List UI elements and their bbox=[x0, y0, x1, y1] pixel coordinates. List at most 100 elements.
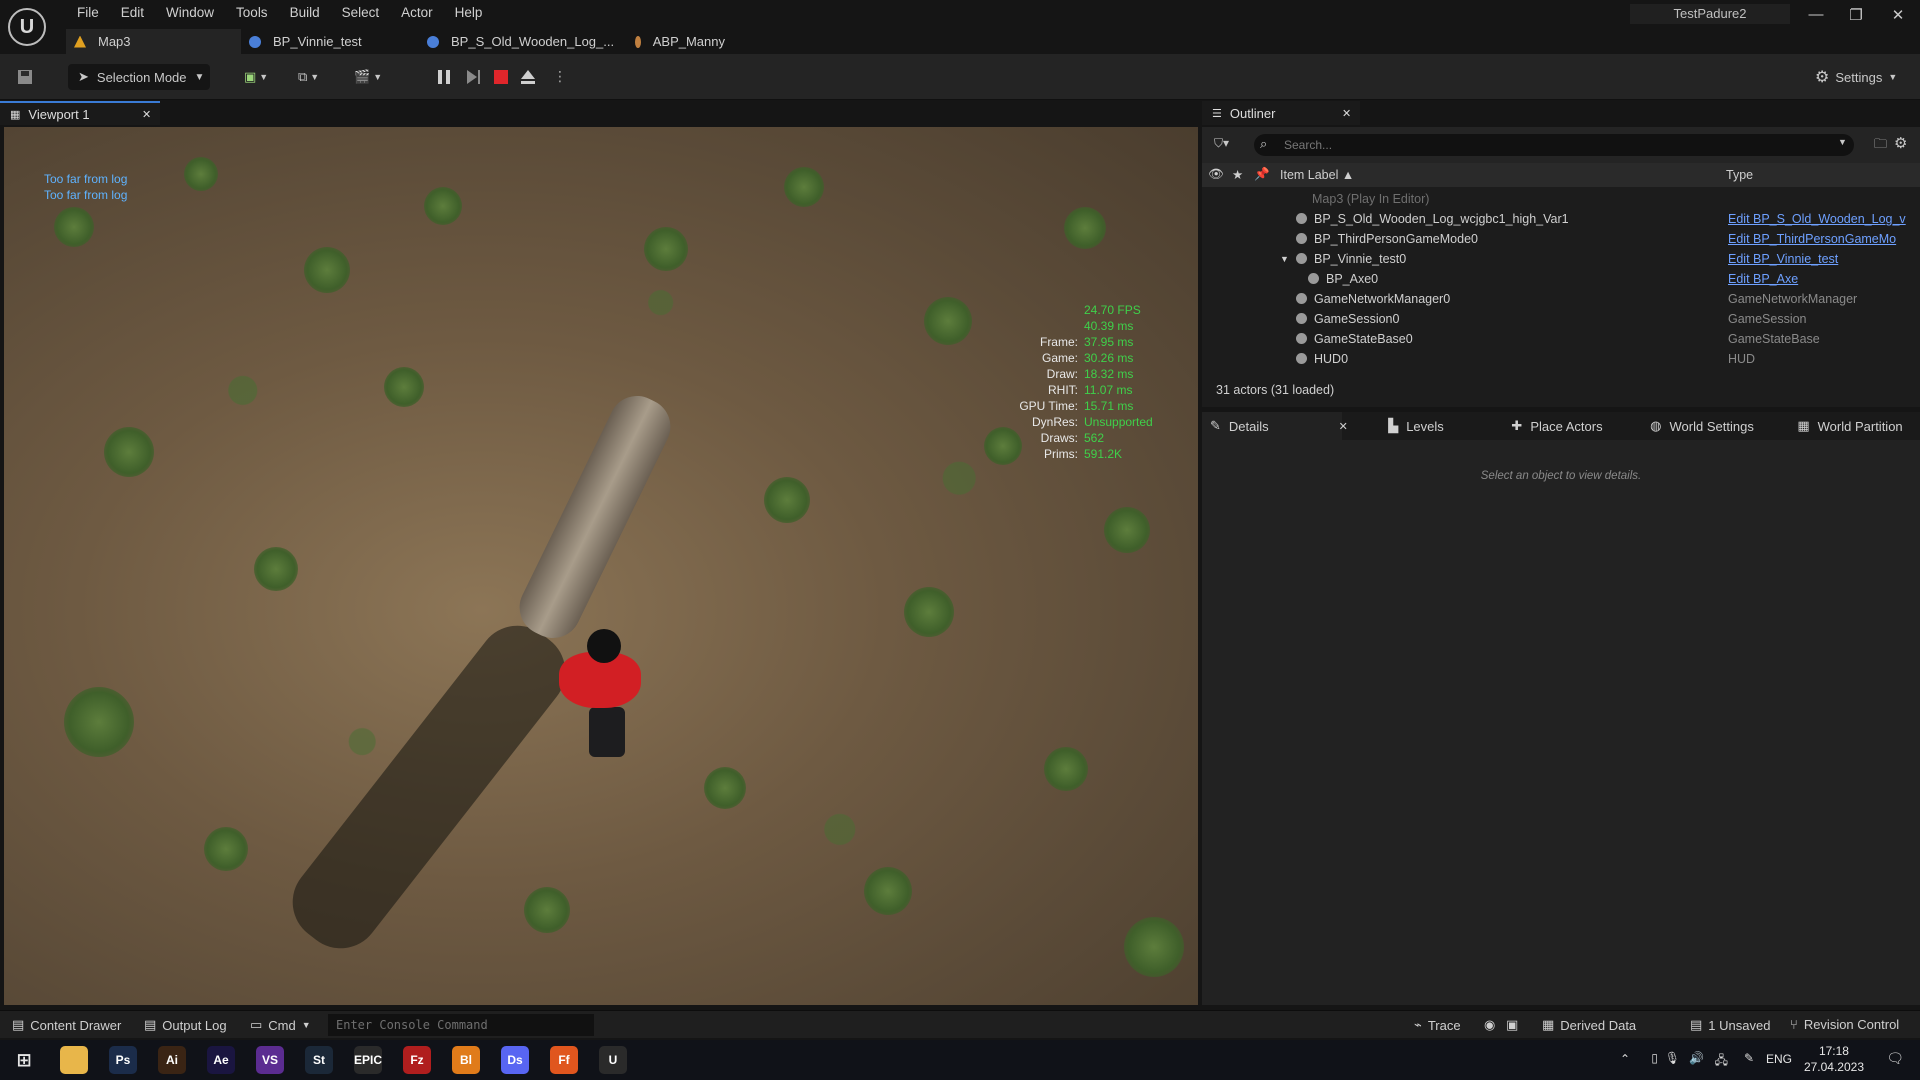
stat-value: 562 bbox=[1084, 431, 1105, 445]
edit-blueprint-link[interactable]: Edit BP_Vinnie_test bbox=[1728, 249, 1918, 269]
tray-chevron-icon[interactable]: ⌃ bbox=[1620, 1052, 1630, 1066]
tab-levels[interactable]: ▙ Levels bbox=[1342, 418, 1482, 434]
chevron-down-icon[interactable]: ▼ bbox=[1838, 137, 1847, 147]
close-icon[interactable]: ✕ bbox=[1342, 107, 1351, 120]
menu-item-actor[interactable]: Actor bbox=[390, 3, 444, 23]
file-explorer-icon[interactable] bbox=[60, 1046, 88, 1074]
close-icon[interactable]: ✕ bbox=[142, 108, 151, 121]
cmd-dropdown[interactable]: ▭ Cmd ▼ bbox=[250, 1017, 311, 1033]
expand-arrow-icon[interactable]: ▼ bbox=[1280, 249, 1289, 269]
star-icon[interactable]: ★ bbox=[1232, 167, 1243, 182]
device-icon[interactable]: ▯ bbox=[1651, 1051, 1658, 1065]
notifications-icon[interactable]: 🗨 bbox=[1886, 1050, 1904, 1067]
console-icon: ▭ bbox=[250, 1017, 263, 1032]
more-options-icon[interactable]: ⋮ bbox=[553, 68, 573, 88]
outliner-row[interactable]: ▼ BP_Vinnie_test0 Edit BP_Vinnie_test bbox=[1202, 249, 1920, 269]
cinematics-icon[interactable]: 🎬 ▼ bbox=[354, 64, 382, 90]
outliner-row[interactable]: BP_S_Old_Wooden_Log_wcjgbc1_high_Var1 Edi… bbox=[1202, 209, 1920, 229]
eject-icon[interactable] bbox=[519, 68, 539, 88]
step-frame-icon[interactable] bbox=[464, 68, 484, 88]
close-window-button[interactable]: ✕ bbox=[1888, 6, 1908, 24]
microphone-icon[interactable]: 🎙 bbox=[1665, 1051, 1680, 1065]
output-log-button[interactable]: ▤ Output Log bbox=[144, 1017, 227, 1033]
level-viewport[interactable]: Too far from log Too far from log 24.70 … bbox=[4, 127, 1198, 1005]
save-icon[interactable] bbox=[16, 64, 38, 90]
menu-item-tools[interactable]: Tools bbox=[225, 3, 279, 23]
minimize-button[interactable]: — bbox=[1806, 6, 1826, 23]
tab-abp-manny[interactable]: ABP_Manny bbox=[627, 29, 737, 54]
unsaved-button[interactable]: ▤ 1 Unsaved bbox=[1690, 1017, 1770, 1033]
clock[interactable]: 17:18 27.04.2023 bbox=[1804, 1043, 1864, 1075]
steam-icon[interactable]: St bbox=[305, 1046, 333, 1074]
blender-icon[interactable]: Bl bbox=[452, 1046, 480, 1074]
outliner-row[interactable]: GameNetworkManager0 GameNetworkManager bbox=[1202, 289, 1920, 309]
pause-icon[interactable] bbox=[436, 68, 456, 88]
actor-icon bbox=[1296, 313, 1307, 324]
tab-details[interactable]: ✎ Details ✕ bbox=[1202, 412, 1348, 440]
discord-icon[interactable]: Ds bbox=[501, 1046, 529, 1074]
network-icon[interactable]: 🖧 bbox=[1715, 1051, 1728, 1072]
tab-map3[interactable]: Map3 bbox=[66, 29, 241, 54]
epic-games-icon[interactable]: EPIC bbox=[354, 1046, 382, 1074]
edit-blueprint-link[interactable]: Edit BP_S_Old_Wooden_Log_v bbox=[1728, 209, 1918, 229]
language-indicator[interactable]: ENG bbox=[1766, 1052, 1792, 1066]
after-effects-icon[interactable]: Ae bbox=[207, 1046, 235, 1074]
record-icon[interactable]: ◉ bbox=[1484, 1017, 1495, 1033]
blueprints-icon[interactable]: ⧉ ▼ bbox=[298, 64, 319, 90]
edit-blueprint-link[interactable]: Edit BP_ThirdPersonGameMo bbox=[1728, 229, 1918, 249]
add-folder-icon[interactable]: 🗀 bbox=[1874, 135, 1887, 157]
console-command-input[interactable]: Enter Console Command bbox=[328, 1014, 594, 1036]
wooden-log[interactable] bbox=[510, 386, 680, 648]
menu-item-file[interactable]: File bbox=[66, 3, 110, 23]
pen-icon[interactable]: ✎ bbox=[1744, 1051, 1754, 1065]
menu-item-window[interactable]: Window bbox=[155, 3, 225, 23]
tab-bp-vinnie-test[interactable]: BP_Vinnie_test bbox=[241, 29, 419, 54]
item-label-column[interactable]: Item Label ▲ bbox=[1280, 168, 1354, 182]
actor-count: 31 actors (31 loaded) bbox=[1216, 383, 1335, 397]
start-button-icon[interactable]: ⊞ bbox=[10, 1046, 38, 1074]
outliner-row[interactable]: HUD0 HUD bbox=[1202, 349, 1920, 369]
derived-data-button[interactable]: ▦ Derived Data bbox=[1542, 1017, 1636, 1033]
add-actor-icon[interactable]: ▣ ▼ bbox=[244, 64, 268, 90]
type-column[interactable]: Type bbox=[1726, 168, 1753, 182]
menu-item-edit[interactable]: Edit bbox=[110, 3, 155, 23]
menu-item-select[interactable]: Select bbox=[331, 3, 391, 23]
filezilla-icon[interactable]: Fz bbox=[403, 1046, 431, 1074]
filter-icon[interactable]: ⛉▾ bbox=[1214, 136, 1229, 151]
pin-icon[interactable]: 📌 bbox=[1254, 167, 1270, 182]
tab-bp-s-old-wooden-log[interactable]: BP_S_Old_Wooden_Log_... bbox=[419, 29, 627, 54]
settings-dropdown[interactable]: ⚙ Settings ▼ bbox=[1815, 64, 1897, 90]
menu-item-help[interactable]: Help bbox=[444, 3, 494, 23]
visual-studio-icon[interactable]: VS bbox=[256, 1046, 284, 1074]
search-icon: ⌕ bbox=[1260, 136, 1268, 151]
outliner-row[interactable]: BP_ThirdPersonGameMode0 Edit BP_ThirdPers… bbox=[1202, 229, 1920, 249]
tab-viewport[interactable]: ▦ Viewport 1 ✕ bbox=[0, 101, 160, 125]
outliner-row[interactable]: GameStateBase0 GameStateBase bbox=[1202, 329, 1920, 349]
unreal-logo-icon[interactable]: U bbox=[8, 8, 46, 46]
stop-icon[interactable] bbox=[492, 68, 512, 88]
restore-button[interactable]: ❐ bbox=[1846, 6, 1866, 24]
volume-icon[interactable]: 🔊 bbox=[1689, 1051, 1704, 1065]
tab-place-actors[interactable]: ✚ Place Actors bbox=[1482, 418, 1624, 434]
gear-icon[interactable]: ⚙ bbox=[1894, 134, 1907, 152]
revision-control-button[interactable]: ⑂ Revision Control bbox=[1790, 1017, 1899, 1032]
content-drawer-button[interactable]: ▤ Content Drawer bbox=[12, 1017, 121, 1033]
edit-blueprint-link[interactable]: Edit BP_Axe bbox=[1728, 269, 1918, 289]
tab-world-settings[interactable]: ◍ World Settings bbox=[1624, 418, 1772, 434]
outliner-row[interactable]: InstancedFoliageActor_-1_4_-1 InstancedFo… bbox=[1202, 369, 1920, 373]
unreal-icon[interactable]: U bbox=[599, 1046, 627, 1074]
firefox-icon[interactable]: Ff bbox=[550, 1046, 578, 1074]
outliner-rows: Map3 (Play In Editor) BP_S_Old_Wooden_Lo… bbox=[1202, 189, 1920, 373]
trace-button[interactable]: ⌁ Trace bbox=[1414, 1017, 1461, 1033]
search-input[interactable]: Search... bbox=[1254, 134, 1854, 156]
outliner-row[interactable]: BP_Axe0 Edit BP_Axe bbox=[1202, 269, 1920, 289]
photoshop-icon[interactable]: Ps bbox=[109, 1046, 137, 1074]
illustrator-icon[interactable]: Ai bbox=[158, 1046, 186, 1074]
tab-outliner[interactable]: ☰ Outliner ✕ bbox=[1202, 101, 1360, 125]
outliner-row[interactable]: GameSession0 GameSession bbox=[1202, 309, 1920, 329]
visibility-icon[interactable]: 👁 bbox=[1208, 167, 1224, 182]
selection-mode-dropdown[interactable]: ➤ Selection Mode ▼ bbox=[68, 64, 210, 90]
screenshot-icon[interactable]: ▣ bbox=[1506, 1017, 1518, 1033]
menu-item-build[interactable]: Build bbox=[279, 3, 331, 23]
tab-world-partition[interactable]: ▦ World Partition bbox=[1772, 418, 1920, 434]
